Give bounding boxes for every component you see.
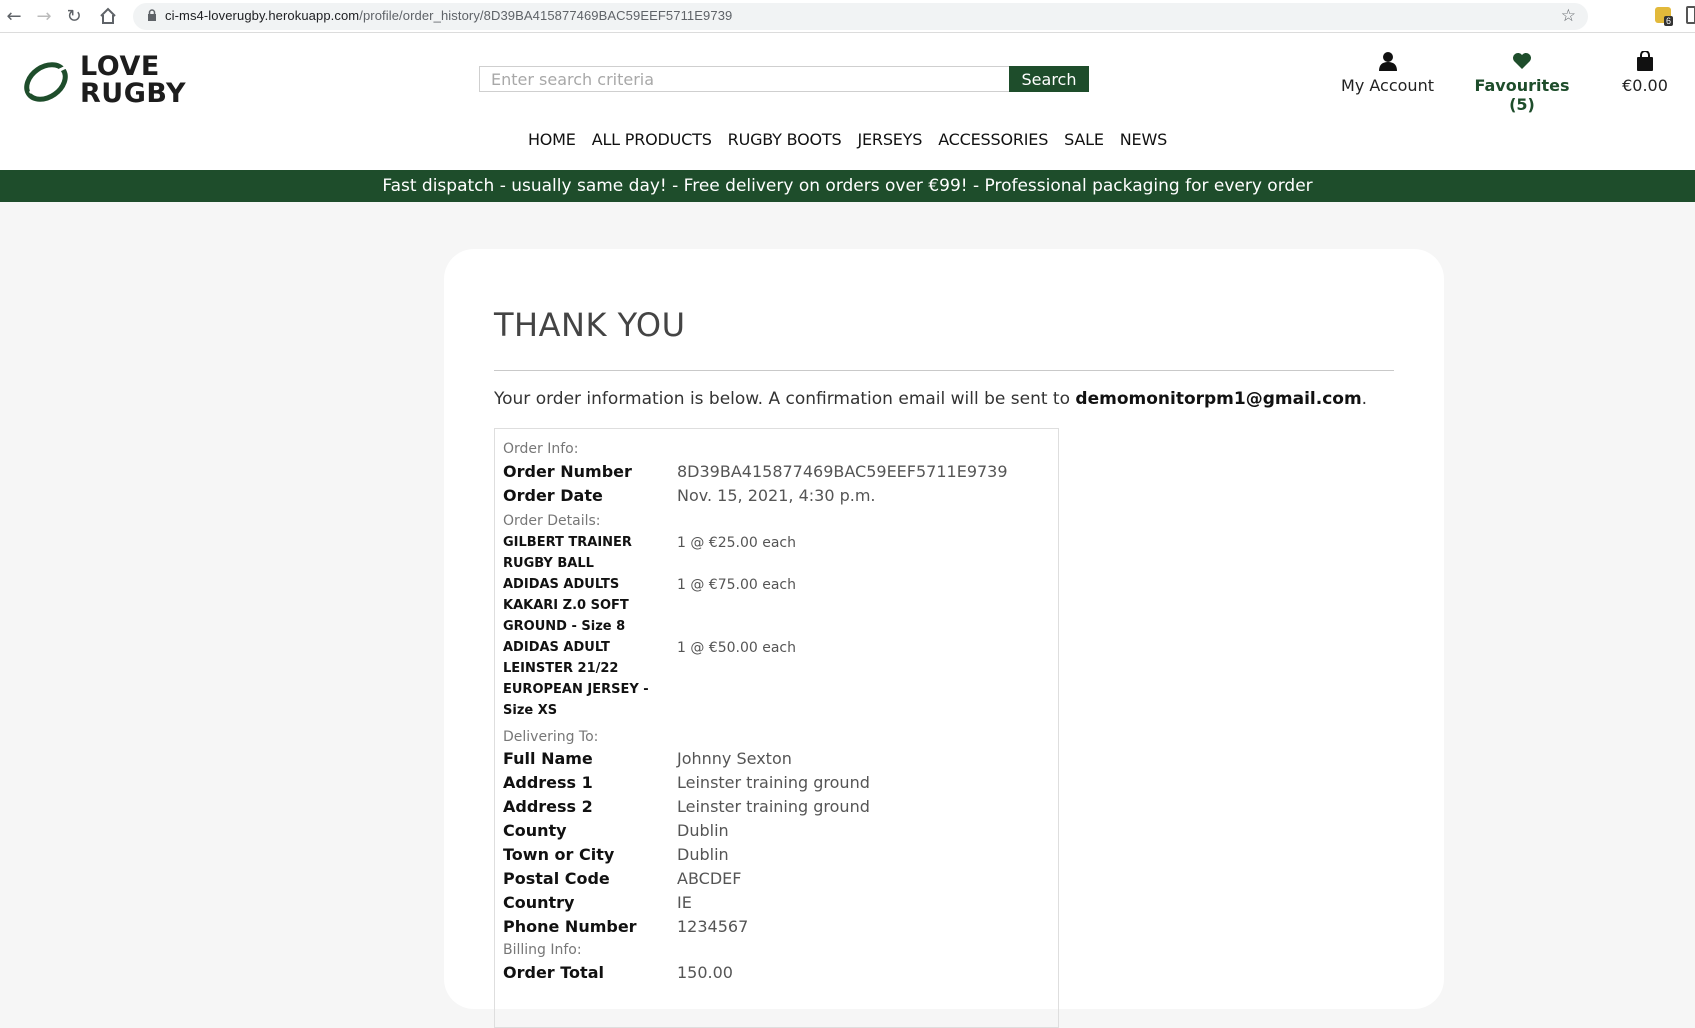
order-confirmation-card: THANK YOU Your order information is belo… <box>444 249 1444 1028</box>
search-input[interactable] <box>479 66 1009 92</box>
nav-item-accessories[interactable]: ACCESSORIES <box>930 130 1056 149</box>
nav-item-news[interactable]: NEWS <box>1112 130 1175 149</box>
intro-text: Your order information is below. A confi… <box>494 389 1367 409</box>
order-item-name: GILBERT TRAINER RUGBY BALL <box>503 535 632 571</box>
logo-text: LOVE RUGBY <box>80 53 186 107</box>
order-details-label: Order Details: <box>503 513 601 529</box>
address-bar[interactable]: ci-ms4-loverugby.herokuapp.com/profile/o… <box>133 3 1588 30</box>
rugby-ball-logo-icon <box>24 62 68 102</box>
address-2-value: Leinster training ground <box>677 797 870 816</box>
phone-number-label: Phone Number <box>503 917 637 936</box>
address-1-value: Leinster training ground <box>677 773 870 792</box>
county-label: County <box>503 821 567 840</box>
search-button[interactable]: Search <box>1009 66 1089 92</box>
postal-code-label: Postal Code <box>503 869 610 888</box>
full-name-value: Johnny Sexton <box>677 749 792 768</box>
url-text: ci-ms4-loverugby.herokuapp.com/profile/o… <box>165 8 732 23</box>
my-account-label: My Account <box>1341 76 1434 95</box>
phone-number-value: 1234567 <box>677 917 749 936</box>
title-divider <box>494 370 1394 371</box>
order-item-quantity: 1 @ €50.00 each <box>677 640 797 656</box>
user-icon <box>1378 52 1397 71</box>
nav-item-rugby-boots[interactable]: RUGBY BOOTS <box>720 130 850 149</box>
delivery-banner: Fast dispatch - usually same day! - Free… <box>0 170 1695 202</box>
order-date-value: Nov. 15, 2021, 4:30 p.m. <box>677 486 876 505</box>
logo-line-2: RUGBY <box>80 78 187 109</box>
intro-message: Your order information is below. A confi… <box>494 389 1076 409</box>
nav-item-sale[interactable]: SALE <box>1056 130 1112 149</box>
order-item-quantity: 1 @ €75.00 each <box>677 577 797 593</box>
reload-icon[interactable]: ↻ <box>62 4 86 28</box>
order-item-quantity: 1 @ €25.00 each <box>677 535 797 551</box>
back-arrow-icon[interactable]: ← <box>2 4 26 28</box>
order-item-name: ADIDAS ADULT LEINSTER 21/22 EUROPEAN JER… <box>503 640 649 718</box>
address-1-label: Address 1 <box>503 773 593 792</box>
site-logo[interactable]: LOVE RUGBY <box>22 53 197 109</box>
address-2-label: Address 2 <box>503 797 593 816</box>
nav-item-all-products[interactable]: ALL PRODUCTS <box>584 130 720 149</box>
url-path: /profile/order_history/8D39BA415877469BA… <box>359 8 733 23</box>
logo-line-1: LOVE <box>80 51 160 82</box>
extension-badge: 6 <box>1664 16 1674 26</box>
shopping-bag-icon <box>1637 51 1653 71</box>
order-number-label: Order Number <box>503 462 632 481</box>
country-value: IE <box>677 893 692 912</box>
billing-info-label: Billing Info: <box>503 942 582 958</box>
lock-icon <box>148 9 156 21</box>
favourites-label: Favourites (5) <box>1474 76 1570 114</box>
full-name-label: Full Name <box>503 749 593 768</box>
my-account-link[interactable]: My Account <box>1325 51 1450 95</box>
postal-code-value: ABCDEF <box>677 869 742 888</box>
county-value: Dublin <box>677 821 729 840</box>
order-summary-box: Order Info: Order Number 8D39BA415877469… <box>494 428 1059 1028</box>
site-header: LOVE RUGBY Search My Account Favourites … <box>0 33 1695 170</box>
home-icon[interactable] <box>96 4 120 28</box>
nav-item-jerseys[interactable]: JERSEYS <box>849 130 930 149</box>
town-label: Town or City <box>503 845 615 864</box>
order-info-label: Order Info: <box>503 441 579 457</box>
order-total-label: Order Total <box>503 963 604 982</box>
bookmark-star-icon[interactable]: ☆ <box>1561 6 1576 26</box>
confirmation-email: demomonitorpm1@gmail.com <box>1075 389 1362 409</box>
extension-icon-2[interactable] <box>1686 6 1695 24</box>
order-number-value: 8D39BA415877469BAC59EEF5711E9739 <box>677 462 1008 481</box>
shopping-bag-link[interactable]: €0.00 <box>1617 51 1673 95</box>
favourites-link[interactable]: Favourites (5) <box>1462 51 1582 114</box>
browser-toolbar: ← → ↻ ci-ms4-loverugby.herokuapp.com/pro… <box>0 0 1695 33</box>
main-navigation: HOME ALL PRODUCTS RUGBY BOOTS JERSEYS AC… <box>0 130 1695 149</box>
order-item-name: ADIDAS ADULTS KAKARI Z.0 SOFT GROUND - S… <box>503 577 629 634</box>
intro-end: . <box>1361 389 1368 409</box>
order-date-label: Order Date <box>503 486 603 505</box>
search-form: Search <box>479 66 1089 92</box>
forward-arrow-icon[interactable]: → <box>32 4 56 28</box>
nav-item-home[interactable]: HOME <box>520 130 584 149</box>
country-label: Country <box>503 893 575 912</box>
heart-icon <box>1513 53 1531 69</box>
url-domain: ci-ms4-loverugby.herokuapp.com <box>165 8 360 23</box>
order-total-value: 150.00 <box>677 963 733 982</box>
delivering-to-label: Delivering To: <box>503 729 599 745</box>
town-value: Dublin <box>677 845 729 864</box>
bag-total: €0.00 <box>1622 76 1668 95</box>
page-title: THANK YOU <box>494 306 686 344</box>
